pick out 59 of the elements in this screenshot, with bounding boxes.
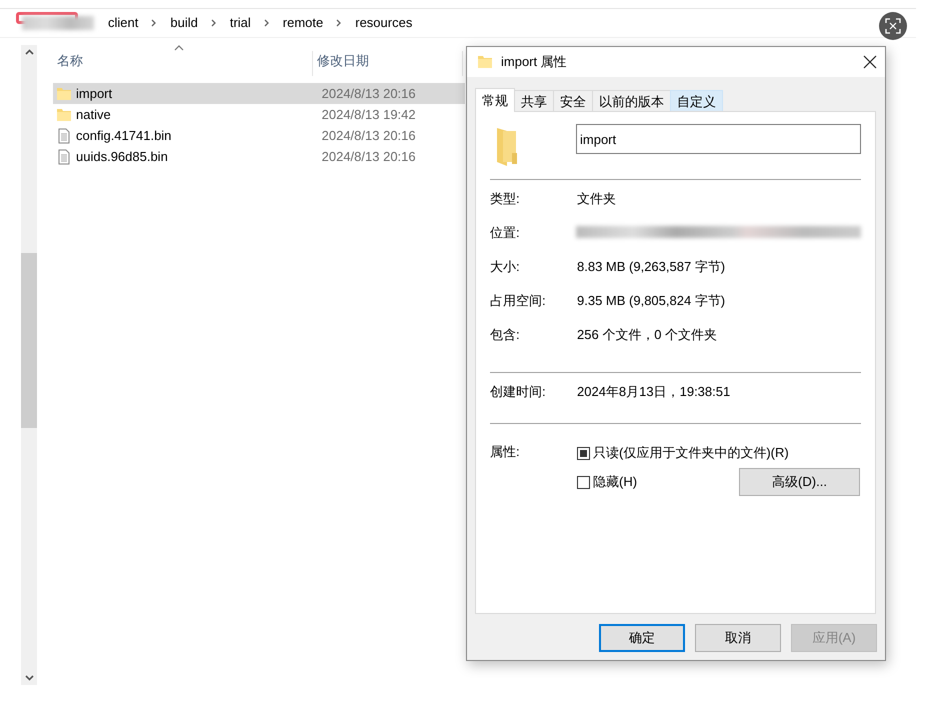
property-value: 9.35 MB (9,805,824 字节): [577, 292, 726, 310]
file-row[interactable]: native 2024/8/13 19:42: [53, 104, 465, 125]
checkbox[interactable]: 隐藏(H): [577, 472, 638, 492]
file-row[interactable]: config.41741.bin 2024/8/13 20:16: [53, 125, 465, 146]
scroll-down-icon[interactable]: [24, 675, 34, 681]
chevron-right-icon: [262, 19, 271, 27]
breadcrumb-item[interactable]: trial: [224, 13, 257, 33]
file-date: 2024/8/13 19:42: [322, 106, 417, 124]
name-field[interactable]: import: [576, 124, 861, 154]
window-title: import 属性: [501, 53, 567, 72]
breadcrumb-item[interactable]: remote: [276, 13, 330, 33]
folder-icon: [477, 54, 493, 70]
property-label: 包含:: [490, 326, 521, 344]
file-date: 2024/8/13 20:16: [322, 126, 417, 145]
file-name: native: [76, 106, 112, 124]
property-label: 位置:: [490, 224, 521, 242]
document-icon: [56, 128, 72, 144]
highlight-frame: [16, 12, 78, 24]
chevron-right-icon: [335, 19, 344, 27]
property-label: 属性:: [490, 443, 521, 461]
property-label: 大小:: [490, 258, 521, 276]
screenshot-button[interactable]: [879, 12, 907, 40]
file-name: import: [76, 84, 114, 103]
column-header[interactable]: 名称: [53, 50, 313, 76]
scrollbar[interactable]: [21, 45, 37, 685]
folder-icon: [495, 126, 519, 166]
checkbox[interactable]: 只读(仅应用于文件夹中的文件)(R): [577, 443, 789, 463]
dialog-button[interactable]: 取消: [695, 624, 781, 652]
tab[interactable]: 常规: [475, 88, 515, 112]
property-value: 文件夹: [577, 190, 616, 208]
chevron-right-icon: [150, 19, 158, 27]
dialog-button[interactable]: 确定: [599, 624, 685, 652]
property-label: 占用空间:: [490, 292, 547, 310]
chevron-right-icon: [210, 19, 218, 27]
scan-icon: [885, 18, 901, 34]
property-value: 2024年8月13日，19:38:51: [577, 383, 730, 401]
file-row[interactable]: import 2024/8/13 20:16: [53, 83, 465, 104]
file-row[interactable]: uuids.96d85.bin 2024/8/13 20:16: [53, 146, 465, 167]
file-date: 2024/8/13 20:16: [322, 148, 417, 166]
sort-ascending-icon: [174, 44, 184, 50]
advanced-button[interactable]: 高级(D)...: [739, 468, 860, 496]
close-button[interactable]: [863, 55, 877, 69]
scroll-up-icon[interactable]: [24, 49, 34, 55]
scrollbar-thumb[interactable]: [21, 253, 37, 428]
document-icon: [56, 148, 72, 164]
property-value: 256 个文件，0 个文件夹: [577, 326, 718, 344]
property-label: 创建时间:: [490, 383, 547, 401]
folder-icon: [56, 106, 72, 122]
tab[interactable]: 自定义: [670, 90, 723, 112]
folder-icon: [56, 86, 72, 102]
breadcrumb-item[interactable]: build: [164, 13, 204, 33]
property-label: 类型:: [490, 190, 521, 208]
property-value: 8.83 MB (9,263,587 字节): [577, 258, 726, 276]
column-header[interactable]: 修改日期: [313, 50, 463, 76]
file-date: 2024/8/13 20:16: [322, 84, 417, 103]
file-name: uuids.96d85.bin: [76, 148, 169, 166]
breadcrumb-item[interactable]: client: [102, 13, 144, 33]
file-name: config.41741.bin: [76, 126, 172, 145]
breadcrumb-item[interactable]: resources: [349, 13, 418, 33]
